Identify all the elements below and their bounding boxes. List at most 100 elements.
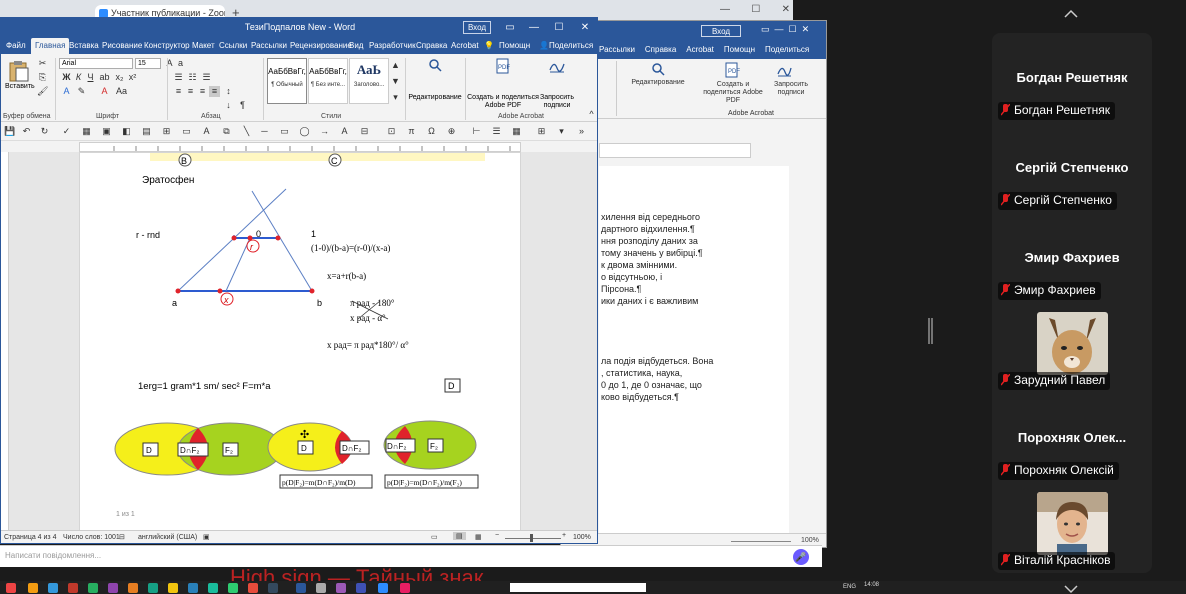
focus-icon[interactable]: ▭ xyxy=(431,533,438,541)
maximize-icon[interactable]: ☐ xyxy=(751,4,760,18)
pilcrow-icon[interactable]: ¶ xyxy=(237,100,248,111)
taskbar-app-icon[interactable] xyxy=(336,583,346,593)
minimize-icon[interactable]: — xyxy=(523,20,545,36)
smartart-icon[interactable]: ⊞ xyxy=(161,126,172,137)
line-spacing-icon[interactable]: ↕ xyxy=(223,86,234,97)
strikethrough-icon[interactable]: ab xyxy=(99,72,110,83)
rectangle-icon[interactable]: ▭ xyxy=(279,126,290,137)
bg-request-sign-label[interactable]: Запросить подписи xyxy=(766,81,816,97)
menu-assist[interactable]: Помощн xyxy=(499,41,530,50)
oval-icon[interactable]: ◯ xyxy=(299,126,310,137)
chart-icon[interactable]: ▤ xyxy=(141,126,152,137)
pdf-icon[interactable]: PDF xyxy=(724,62,740,78)
table-icon[interactable]: ▦ xyxy=(81,126,92,137)
close-icon[interactable]: ✕ xyxy=(782,4,790,18)
align-icon[interactable]: ⊟ xyxy=(359,126,370,137)
sort-icon[interactable]: ↓ xyxy=(223,100,234,111)
customize-icon[interactable]: ▾ xyxy=(556,126,567,137)
text-effects-icon[interactable]: A xyxy=(61,86,72,97)
word-taskbar-icon[interactable] xyxy=(296,583,306,593)
numbering-icon[interactable]: ☷ xyxy=(187,72,198,83)
underline-icon[interactable]: Ч xyxy=(85,72,96,83)
menu-design[interactable]: Конструктор xyxy=(144,41,190,50)
line2-icon[interactable]: ─ xyxy=(259,126,270,137)
font-size-select[interactable]: 15 xyxy=(135,58,161,69)
language-indicator[interactable]: ENG xyxy=(843,584,856,590)
format-icon[interactable]: ⊞ xyxy=(536,126,547,137)
link-icon[interactable]: ⧉ xyxy=(221,126,232,137)
justify-icon[interactable]: ≡ xyxy=(209,86,220,97)
line-icon[interactable]: ╲ xyxy=(241,126,252,137)
menu-layout[interactable]: Макет xyxy=(192,41,215,50)
menu-developer[interactable]: Разработчик xyxy=(369,41,416,50)
ribbon-display-icon[interactable]: ▭ xyxy=(499,20,521,36)
bg-menu-acrobat[interactable]: Acrobat xyxy=(686,45,714,59)
grid-icon[interactable]: ▦ xyxy=(511,126,522,137)
styles-more-icon[interactable]: ▾ xyxy=(390,92,401,103)
align-right-icon[interactable]: ≡ xyxy=(197,86,208,97)
bg-zoom-slider[interactable] xyxy=(731,541,791,542)
print-layout-icon[interactable]: ▤ xyxy=(453,532,466,540)
menu-share[interactable]: Поделиться xyxy=(549,41,593,50)
more-icon[interactable]: » xyxy=(576,126,587,137)
horizontal-ruler[interactable] xyxy=(79,142,521,152)
menu-acrobat[interactable]: Acrobat xyxy=(451,41,479,50)
styles-down-icon[interactable]: ▼ xyxy=(390,76,401,87)
taskbar-app-icon[interactable] xyxy=(400,583,410,593)
sign-icon[interactable] xyxy=(776,62,792,78)
bg-sign-in-button[interactable]: Вход xyxy=(701,25,741,37)
pdf-icon[interactable]: PDF xyxy=(495,58,511,74)
arrow-icon[interactable]: → xyxy=(319,126,330,137)
spelling-icon[interactable]: ✓ xyxy=(61,126,72,137)
align-left-icon[interactable]: ≡ xyxy=(173,86,184,97)
cut-icon[interactable]: ✂ xyxy=(37,58,48,69)
menu-home[interactable]: Главная xyxy=(31,38,70,54)
close-icon[interactable]: ✕ xyxy=(574,20,596,36)
bg-menu-share[interactable]: Поделиться xyxy=(765,45,809,59)
chevron-up-icon[interactable] xyxy=(1064,8,1078,18)
microphone-icon[interactable]: 🎤 xyxy=(793,549,809,565)
document-page[interactable]: B C Эратосфен r x 0 1 a b r - rnd (1-0)/… xyxy=(79,152,521,540)
redo-icon[interactable]: ↻ xyxy=(39,126,50,137)
taskbar-app-icon[interactable] xyxy=(248,583,258,593)
taskbar-app-icon[interactable] xyxy=(356,583,366,593)
styles-up-icon[interactable]: ▲ xyxy=(390,60,401,71)
minimize-icon[interactable]: — xyxy=(720,4,730,18)
save-icon[interactable]: 💾 xyxy=(4,126,15,137)
format-painter-icon[interactable]: 🖌 xyxy=(37,86,48,97)
zoom-level[interactable]: 100% xyxy=(573,534,591,541)
wordart-icon[interactable]: A xyxy=(201,126,212,137)
taskbar-app-icon[interactable] xyxy=(148,583,158,593)
taskbar-app-icon[interactable] xyxy=(316,583,326,593)
ruler-icon[interactable]: ⊢ xyxy=(471,126,482,137)
menu-view[interactable]: Вид xyxy=(349,41,363,50)
zoom-slider-thumb[interactable] xyxy=(530,534,533,542)
proofing-icon[interactable]: ⊟ xyxy=(119,533,125,541)
word-count[interactable]: Число слов: 1001 xyxy=(63,534,120,541)
zoom-in-icon[interactable]: + xyxy=(562,532,566,539)
bg-menu-assist[interactable]: Помощн xyxy=(724,45,755,59)
multilevel-list-icon[interactable]: ☰ xyxy=(201,72,212,83)
menu-file[interactable]: Файл xyxy=(6,41,26,50)
zoom-taskbar-icon[interactable] xyxy=(378,583,388,593)
taskbar-app-icon[interactable] xyxy=(208,583,218,593)
style-no-spacing[interactable]: АаБбВвГг, ¶ Без инте... xyxy=(308,58,348,104)
page-count[interactable]: Страница 4 из 4 xyxy=(4,534,56,541)
web-layout-icon[interactable]: ▦ xyxy=(475,533,482,541)
search-icon[interactable] xyxy=(651,62,665,76)
font-name-select[interactable]: Arial xyxy=(59,58,133,69)
taskbar-app-icon[interactable] xyxy=(108,583,118,593)
symbol-icon[interactable]: ⊕ xyxy=(446,126,457,137)
macro-icon[interactable]: ▣ xyxy=(203,533,210,541)
subscript-icon[interactable]: x₂ xyxy=(114,72,125,83)
editing-label[interactable]: Редактирование xyxy=(406,94,464,101)
language-label[interactable]: английский (США) xyxy=(138,534,197,541)
taskbar-app-icon[interactable] xyxy=(268,583,278,593)
taskbar-app-icon[interactable] xyxy=(188,583,198,593)
bullets-icon[interactable]: ☰ xyxy=(173,72,184,83)
search-icon[interactable] xyxy=(428,58,442,72)
bg-menu-help[interactable]: Справка xyxy=(645,45,676,59)
panel-resize-handle[interactable] xyxy=(928,318,933,344)
shapes-icon[interactable]: ◧ xyxy=(121,126,132,137)
taskbar-app-icon[interactable] xyxy=(68,583,78,593)
